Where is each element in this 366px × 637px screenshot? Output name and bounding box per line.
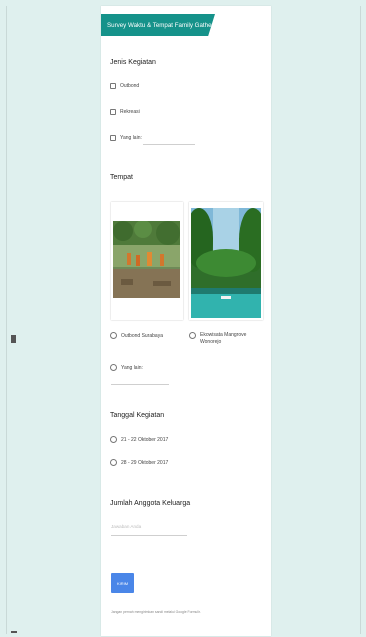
option-label: Yang lain:: [120, 135, 142, 141]
radio-icon[interactable]: [110, 332, 117, 339]
frame-border-left: [6, 6, 7, 634]
scroll-handle-icon[interactable]: [11, 335, 16, 343]
option-label: Ekowisata Mangrove Wonorejo: [200, 332, 247, 345]
checkbox-icon[interactable]: [110, 83, 116, 89]
checkbox-icon[interactable]: [110, 135, 116, 141]
form-title-banner: Survey Waktu & Tempat Family Gathering: [101, 14, 215, 36]
radio-icon[interactable]: [110, 364, 117, 371]
form-sheet: Survey Waktu & Tempat Family Gathering J…: [101, 6, 271, 636]
section-title-jumlah: Jumlah Anggota Keluarga: [110, 500, 191, 507]
checkbox-option-outbond[interactable]: Outbond: [110, 83, 139, 89]
bottom-handle-icon: [11, 631, 17, 633]
radio-option-other[interactable]: Yang lain:: [110, 364, 143, 371]
other-text-input[interactable]: [143, 144, 195, 145]
checkbox-icon[interactable]: [110, 109, 116, 115]
section-title-jenis: Jenis Kegiatan: [110, 59, 156, 66]
submit-button[interactable]: KIRIM: [111, 573, 134, 593]
radio-icon[interactable]: [189, 332, 196, 339]
checkbox-option-other[interactable]: Yang lain:: [110, 135, 142, 141]
radio-icon[interactable]: [110, 436, 117, 443]
checkbox-option-rekreasi[interactable]: Rekreasi: [110, 109, 140, 115]
other-place-input[interactable]: [111, 384, 169, 385]
mangrove-image-icon: [191, 208, 261, 318]
frame-border-right: [360, 6, 361, 634]
option-label: 28 - 29 Oktober 2017: [121, 459, 169, 466]
option-label: Outbond: [120, 83, 140, 89]
outbond-photo: [113, 221, 180, 298]
footer-note: Jangan pernah mengirimkan sandi melalui …: [111, 610, 201, 614]
jumlah-input[interactable]: [111, 535, 187, 536]
outbond-image-icon: [113, 221, 180, 298]
place-card-outbond[interactable]: [111, 202, 183, 320]
radio-option-outbond-surabaya[interactable]: Outbond Surabaya: [110, 332, 163, 339]
section-title-tanggal: Tanggal Kegiatan: [110, 412, 165, 419]
option-label: Rekreasi: [120, 109, 140, 115]
radio-option-date-1[interactable]: 21 - 22 Oktober 2017: [110, 436, 168, 443]
option-label: Outbond Surabaya: [121, 332, 163, 339]
place-card-mangrove[interactable]: [189, 202, 263, 320]
radio-option-date-2[interactable]: 28 - 29 Oktober 2017: [110, 459, 168, 466]
radio-icon[interactable]: [110, 459, 117, 466]
option-label: Yang lain:: [121, 364, 143, 371]
jumlah-placeholder: Jawaban Anda: [111, 524, 142, 529]
option-label: 21 - 22 Oktober 2017: [121, 436, 169, 443]
mangrove-photo: [191, 208, 261, 318]
submit-label: KIRIM: [116, 580, 129, 586]
form-title: Survey Waktu & Tempat Family Gathering: [107, 21, 222, 29]
page-background: Survey Waktu & Tempat Family Gathering J…: [0, 0, 366, 637]
section-title-tempat: Tempat: [110, 174, 133, 181]
radio-option-mangrove[interactable]: Ekowisata Mangrove Wonorejo: [189, 332, 256, 346]
